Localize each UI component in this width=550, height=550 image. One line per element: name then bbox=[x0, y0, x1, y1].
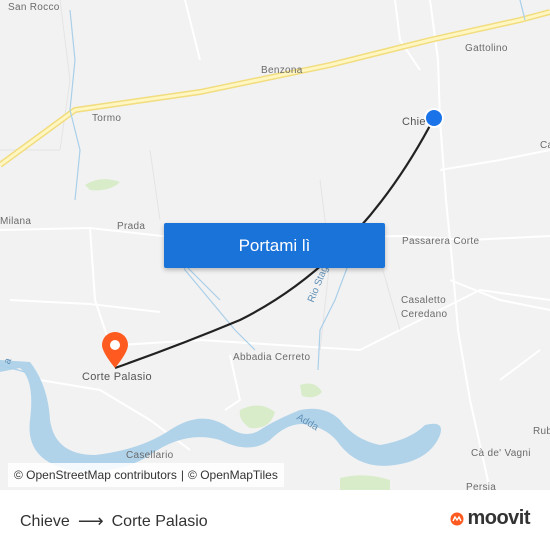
take-me-there-button[interactable]: Portami lì bbox=[164, 223, 385, 268]
green-area bbox=[85, 179, 120, 191]
green-area bbox=[340, 475, 390, 490]
moovit-logo-icon bbox=[450, 512, 464, 525]
map[interactable]: San Rocco Gattolino Benzona Tormo Chie C… bbox=[0, 0, 550, 490]
osm-attribution-link[interactable]: © OpenStreetMap contributors bbox=[14, 468, 177, 482]
place-label: Ceredano bbox=[401, 309, 448, 320]
origin-marker[interactable] bbox=[426, 110, 442, 126]
place-label: Persia bbox=[466, 482, 497, 490]
highway-center bbox=[0, 10, 550, 167]
arrow-right-icon: ⟶ bbox=[77, 511, 104, 531]
place-label: Prada bbox=[117, 221, 146, 232]
attribution-separator: | bbox=[180, 468, 185, 482]
place-label: Passarera Corte bbox=[402, 236, 480, 247]
adda-river bbox=[0, 360, 441, 471]
place-label: Casellario bbox=[126, 450, 174, 461]
omt-attribution-link[interactable]: © OpenMapTiles bbox=[188, 468, 278, 482]
place-label: Casaletto bbox=[401, 295, 446, 306]
map-attribution: © OpenStreetMap contributors | © OpenMap… bbox=[8, 463, 284, 487]
highway bbox=[0, 9, 550, 168]
place-label: Corte Palasio bbox=[82, 371, 152, 383]
route-summary: Chieve ⟶ Corte Palasio bbox=[20, 511, 208, 532]
destination-marker[interactable] bbox=[102, 332, 128, 368]
place-label: Ca bbox=[540, 140, 550, 151]
moovit-logo: moovit bbox=[450, 507, 530, 530]
place-label: Tormo bbox=[92, 113, 122, 124]
origin-name: Chieve bbox=[20, 512, 70, 530]
moovit-wordmark: moovit bbox=[467, 507, 530, 529]
place-label: Chie bbox=[402, 116, 426, 128]
place-label: Benzona bbox=[261, 65, 303, 76]
place-label: Abbadia Cerreto bbox=[233, 352, 311, 363]
place-label: San Rocco bbox=[8, 2, 60, 13]
place-label: Gattolino bbox=[465, 43, 508, 54]
place-label: Cà de' Vagni bbox=[471, 448, 531, 459]
place-label: Rub bbox=[533, 426, 550, 437]
place-label: Milana bbox=[0, 216, 32, 227]
green-area bbox=[300, 383, 322, 398]
destination-name: Corte Palasio bbox=[111, 512, 208, 530]
tertiary-roads bbox=[0, 0, 401, 351]
